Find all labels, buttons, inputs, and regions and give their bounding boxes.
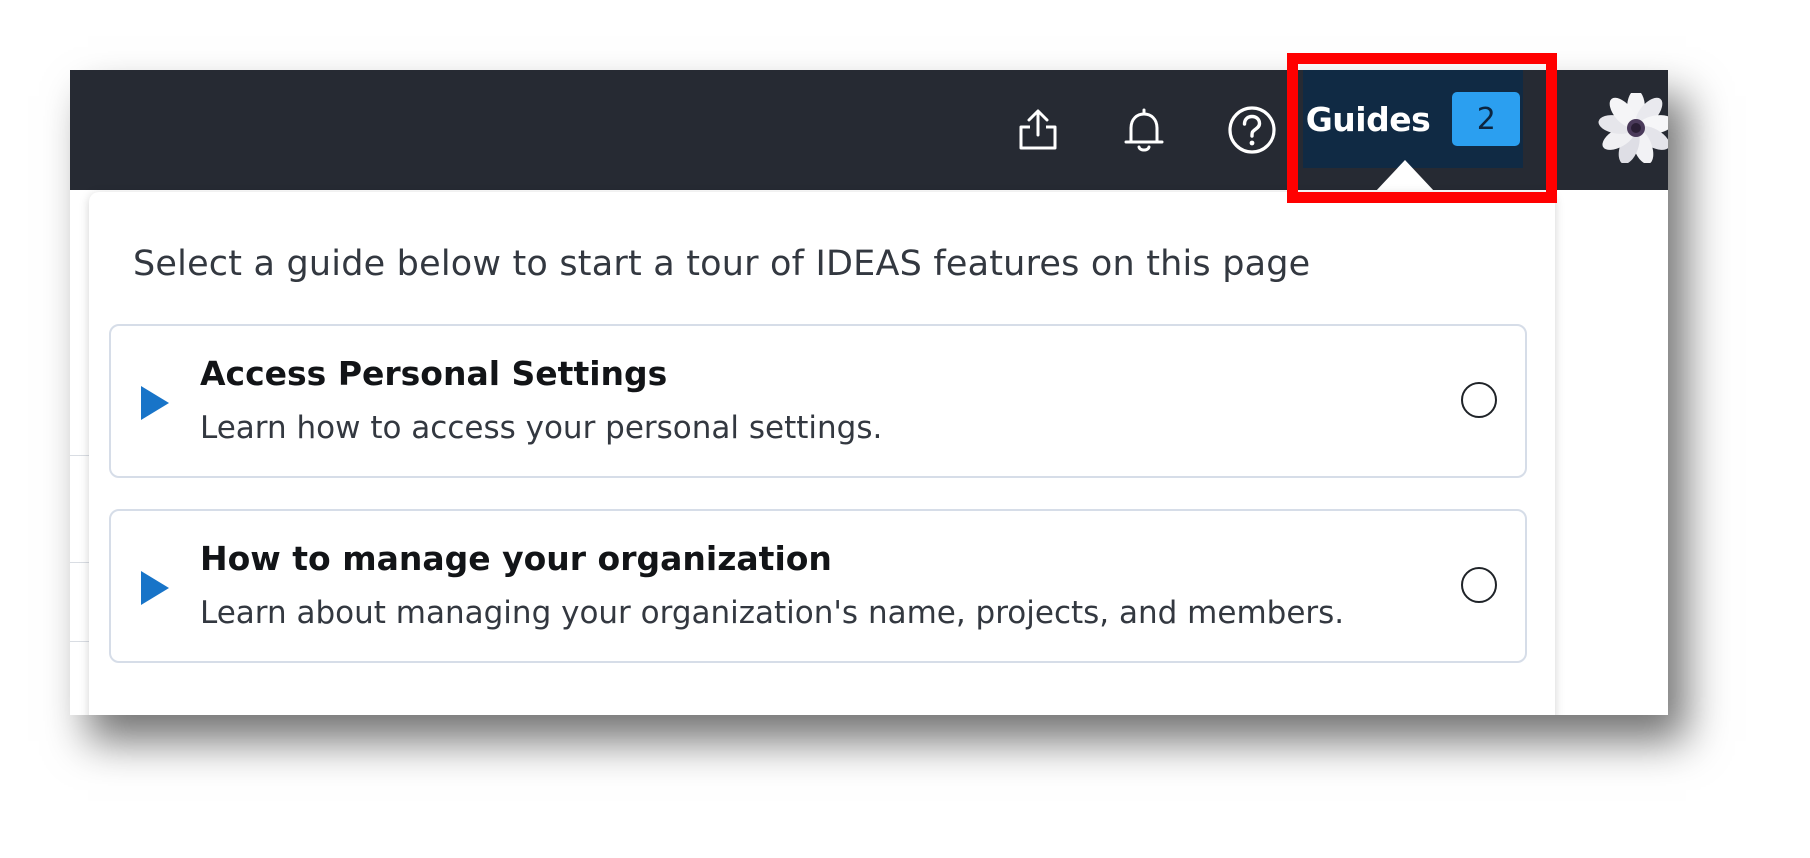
background-divider — [70, 455, 90, 456]
guide-description: Learn how to access your personal settin… — [200, 410, 883, 446]
guide-title: How to manage your organization — [200, 539, 832, 578]
daisy-flower-avatar-icon — [1598, 93, 1668, 163]
guide-title: Access Personal Settings — [200, 354, 668, 393]
guides-popover: Select a guide below to start a tour of … — [89, 192, 1555, 715]
share-upload-icon[interactable] — [1008, 100, 1068, 160]
bell-icon[interactable] — [1114, 100, 1174, 160]
background-divider — [70, 562, 90, 563]
guide-radio[interactable] — [1461, 567, 1497, 603]
share-upload-icon-graphic — [1019, 109, 1057, 150]
guide-radio[interactable] — [1461, 382, 1497, 418]
popover-title: Select a guide below to start a tour of … — [133, 244, 1311, 284]
play-icon — [141, 571, 169, 605]
help-icon[interactable] — [1222, 100, 1282, 160]
guide-card-manage-organization[interactable]: How to manage your organization Learn ab… — [109, 509, 1527, 663]
help-icon-graphic — [1228, 106, 1276, 154]
bell-icon-graphic — [1124, 108, 1164, 152]
play-icon — [141, 386, 169, 420]
highlight-box — [1287, 53, 1557, 203]
guide-description: Learn about managing your organization's… — [200, 595, 1345, 631]
canvas: Guides 2 Select a guide below to start a… — [0, 0, 1810, 858]
guide-card-access-personal-settings[interactable]: Access Personal Settings Learn how to ac… — [109, 324, 1527, 478]
background-divider — [70, 641, 90, 642]
user-avatar[interactable] — [1598, 93, 1668, 163]
